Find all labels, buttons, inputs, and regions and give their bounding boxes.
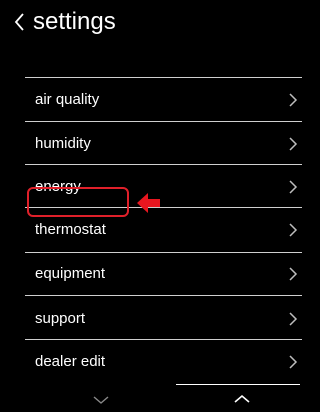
chevron-left-icon [14,13,24,31]
list-item-humidity[interactable]: humidity [0,122,302,166]
chevron-up-icon[interactable] [233,393,251,405]
header-bar: settings [0,0,302,46]
chevron-down-icon[interactable] [92,394,110,406]
list-item-label: dealer edit [35,353,106,370]
chevron-right-icon [289,267,298,281]
list-item-label: energy [35,178,81,195]
list-item-label: humidity [35,135,91,152]
list-item-air-quality[interactable]: air quality [0,78,302,122]
page-title: settings [33,8,116,35]
list-item-equipment[interactable]: equipment [0,252,302,296]
back-button[interactable] [10,9,30,35]
chevron-right-icon [289,223,298,237]
footer-bar [0,384,302,412]
chevron-right-icon [289,93,298,107]
footer-indicator-line [176,384,300,385]
list-item-label: thermostat [35,221,106,238]
chevron-right-icon [289,355,298,369]
divider [25,295,302,296]
chevron-right-icon [289,312,298,326]
list-item-label: support [35,310,86,327]
chevron-right-icon [289,137,298,151]
list-item-label: air quality [35,91,100,108]
chevron-right-icon [289,180,298,194]
list-item-label: equipment [35,265,106,282]
list-item-dealer-edit[interactable]: dealer edit [0,340,302,384]
red-arrow-left-icon [137,193,160,213]
list-item-support[interactable]: support [0,297,302,341]
